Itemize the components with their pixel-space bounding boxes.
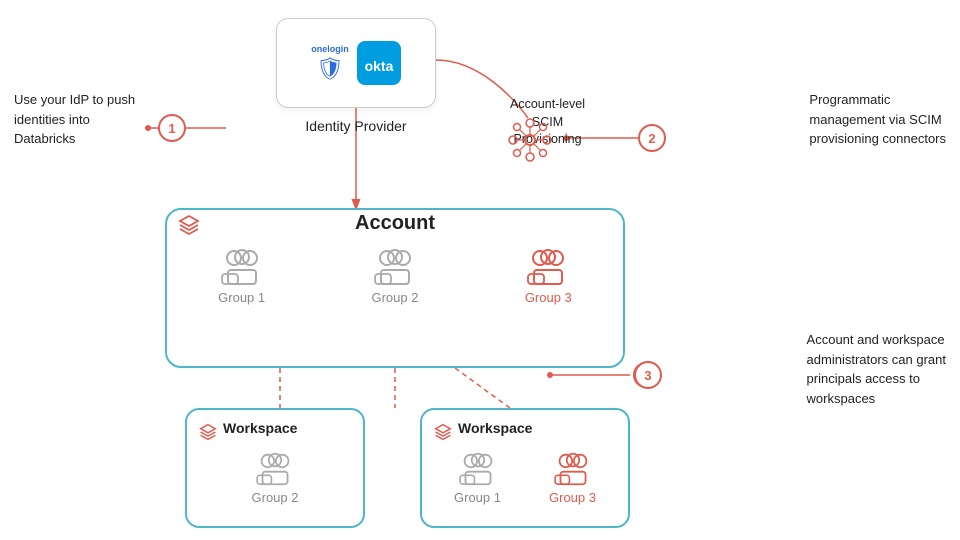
workspace-2-group-1-label: Group 1	[454, 490, 501, 505]
workspace-1-box: Workspace Group 2	[185, 408, 365, 528]
workspace-1-group-2-label: Group 2	[252, 490, 299, 505]
group-1-icon	[220, 248, 264, 286]
onelogin-shield-icon: 🛡	[316, 56, 344, 82]
onelogin-logo: onelogin 🛡	[311, 44, 349, 82]
workspace-1-title: Workspace	[223, 420, 297, 436]
right-top-description: Programmatic management via SCIM provisi…	[809, 90, 946, 149]
svg-text:okta: okta	[364, 58, 393, 74]
workspace-2-layers-icon	[434, 423, 452, 441]
workspace-2-box: Workspace Group 1	[420, 408, 630, 528]
step-3-circle: 3	[634, 361, 662, 389]
step-1-circle: 1	[158, 114, 186, 142]
onelogin-text: onelogin	[311, 44, 349, 54]
workspace-2-group-3-label: Group 3	[549, 490, 596, 505]
scim-icon	[500, 110, 560, 170]
okta-logo: okta	[357, 41, 401, 85]
idp-box: onelogin 🛡 okta	[276, 18, 436, 108]
ws2-group1-icon	[458, 452, 498, 486]
workspace-2-groups: Group 1 Group 3	[422, 448, 628, 515]
scim-network-icon	[505, 115, 555, 165]
idp-label: Identity Provider	[276, 118, 436, 134]
workspace-1-header: Workspace	[187, 410, 363, 448]
account-group-1: Group 1	[192, 248, 292, 305]
account-groups: Group 1 Group 2 Group 3	[165, 248, 625, 305]
left-description: Use your IdP to push identities into Dat…	[14, 90, 135, 149]
account-group-3: Group 3	[498, 248, 598, 305]
diagram-container: Use your IdP to push identities into Dat…	[0, 0, 960, 540]
account-group-1-label: Group 1	[218, 290, 265, 305]
workspace-1-layers-icon	[199, 423, 217, 441]
group-3-icon	[526, 248, 570, 286]
step-2-circle: 2	[638, 124, 666, 152]
account-group-2-label: Group 2	[371, 290, 418, 305]
account-title: Account	[165, 212, 625, 235]
ws1-group-icon	[255, 452, 295, 486]
okta-icon: okta	[357, 41, 401, 85]
account-group-2: Group 2	[345, 248, 445, 305]
workspace-2-group-3: Group 3	[525, 452, 620, 505]
group-2-icon	[373, 248, 417, 286]
account-group-3-label: Group 3	[525, 290, 572, 305]
workspace-1-groups: Group 2	[187, 448, 363, 515]
workspace-2-title: Workspace	[458, 420, 532, 436]
workspace-1-group-2: Group 2	[225, 452, 325, 505]
ws2-group3-icon	[553, 452, 593, 486]
workspace-2-header: Workspace	[422, 410, 628, 448]
workspace-2-group-1: Group 1	[430, 452, 525, 505]
right-bottom-description: Account and workspace administrators can…	[807, 330, 946, 408]
